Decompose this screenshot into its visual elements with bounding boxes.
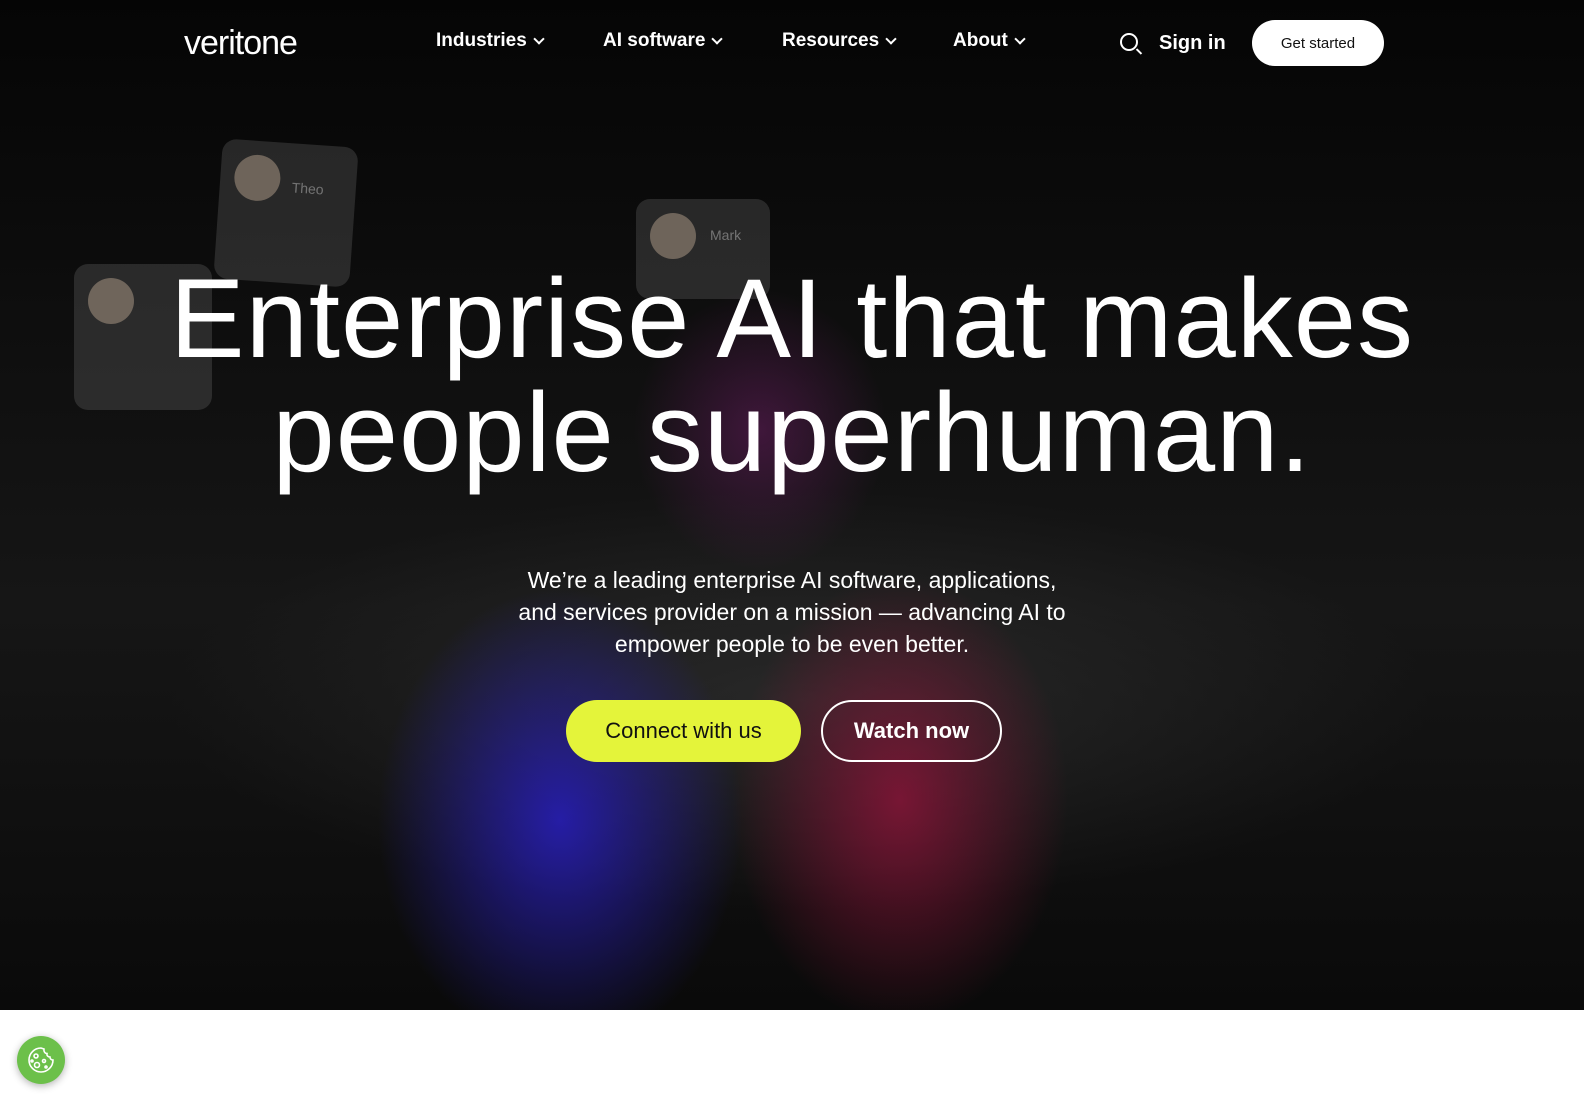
- get-started-button[interactable]: Get started: [1252, 20, 1384, 66]
- hero-title: Enterprise AI that makes people superhuma…: [0, 262, 1584, 490]
- hero-section: Theo Mark veritone Industries AI softwar…: [0, 0, 1584, 1010]
- chevron-down-icon: [533, 33, 545, 45]
- title-line: Enterprise AI that makes: [169, 256, 1415, 381]
- top-nav: veritone Industries AI software Resource…: [0, 0, 1584, 86]
- nav-label: About: [953, 30, 1008, 51]
- avatar: [650, 213, 696, 259]
- chevron-down-icon: [885, 33, 897, 45]
- search-icon[interactable]: [1120, 33, 1138, 51]
- nav-about[interactable]: About: [953, 30, 1026, 52]
- subtitle-line: empower people to be even better.: [614, 631, 970, 657]
- chevron-down-icon: [1014, 33, 1026, 45]
- nav-label: Industries: [436, 30, 527, 51]
- nav-label: AI software: [603, 30, 706, 51]
- sign-in-link[interactable]: Sign in: [1159, 32, 1226, 55]
- nav-ai-software[interactable]: AI software: [603, 30, 724, 52]
- nav-industries[interactable]: Industries: [436, 30, 545, 52]
- nav-resources[interactable]: Resources: [782, 30, 897, 52]
- subtitle-line: We’re a leading enterprise AI software, …: [527, 567, 1057, 593]
- title-line: people superhuman.: [272, 370, 1312, 495]
- nav-label: Resources: [782, 30, 880, 51]
- cookie-icon: [28, 1047, 54, 1073]
- chevron-down-icon: [711, 33, 724, 45]
- veritone-logo[interactable]: veritone: [184, 24, 298, 63]
- cookie-settings-button[interactable]: [17, 1036, 65, 1084]
- watch-now-button[interactable]: Watch now: [821, 700, 1002, 762]
- profile-name: Theo: [291, 179, 325, 198]
- connect-button[interactable]: Connect with us: [566, 700, 801, 762]
- subtitle-line: and services provider on a mission — adv…: [518, 599, 1066, 625]
- hero-subtitle: We’re a leading enterprise AI software, …: [0, 564, 1584, 660]
- profile-name: Mark: [710, 227, 742, 243]
- avatar: [232, 153, 282, 203]
